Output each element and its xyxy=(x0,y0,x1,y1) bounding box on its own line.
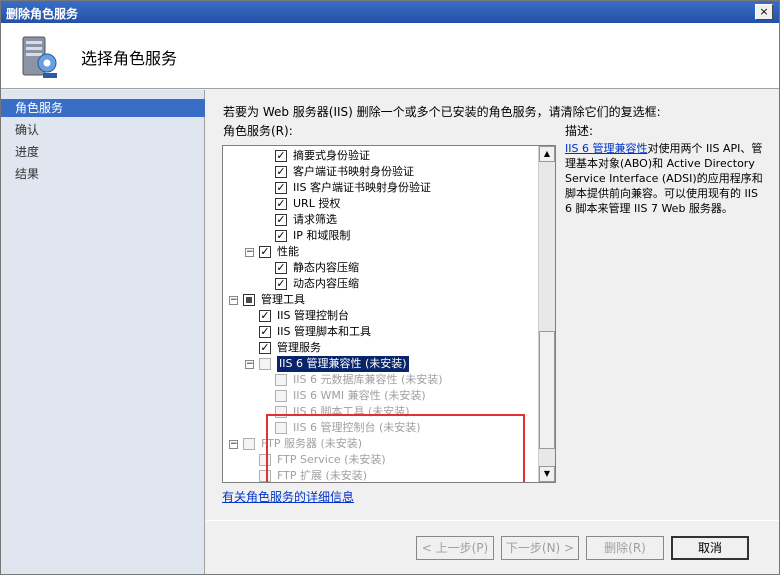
tree-row[interactable]: ✓ IIS 管理脚本和工具 xyxy=(223,324,535,340)
step-role-services[interactable]: 角色服务 xyxy=(1,99,205,117)
step-results[interactable]: 结果 xyxy=(1,165,205,183)
role-service-label: IP 和域限制 xyxy=(293,229,351,242)
description-label: 描述: xyxy=(565,124,594,138)
role-service-checkbox[interactable]: ✓ xyxy=(259,310,271,322)
role-service-label: 客户端证书映射身份验证 xyxy=(293,165,414,178)
collapse-toggle-icon[interactable]: − xyxy=(245,360,254,369)
page-title: 选择角色服务 xyxy=(81,49,178,68)
remove-button[interactable]: 删除(R) xyxy=(586,536,664,560)
role-service-checkbox[interactable]: ✓ xyxy=(275,214,287,226)
step-confirm[interactable]: 确认 xyxy=(1,121,205,139)
description-link[interactable]: IIS 6 管理兼容性 xyxy=(565,142,647,155)
tree-row[interactable]: ✓ 管理服务 xyxy=(223,340,535,356)
tree-row[interactable]: − IIS 6 管理兼容性 (未安装) xyxy=(223,356,535,372)
next-button[interactable]: 下一步(N) > xyxy=(501,536,579,560)
tree-row[interactable]: ✓ 静态内容压缩 xyxy=(223,260,535,276)
role-service-label: IIS 6 WMI 兼容性 (未安装) xyxy=(293,389,426,402)
role-service-checkbox[interactable] xyxy=(243,438,255,450)
role-service-checkbox[interactable]: ✓ xyxy=(259,326,271,338)
role-service-checkbox[interactable]: ✓ xyxy=(275,182,287,194)
scroll-down-button[interactable]: ▼ xyxy=(539,466,555,482)
role-service-label: 管理服务 xyxy=(277,341,321,354)
instruction-text: 若要为 Web 服务器(IIS) 删除一个或多个已安装的角色服务，请清除它们的复… xyxy=(223,105,661,119)
highlight-annotation-box xyxy=(266,414,525,482)
role-service-label: IIS 客户端证书映射身份验证 xyxy=(293,181,431,194)
tree-row[interactable]: ✓ URL 授权 xyxy=(223,196,535,212)
tree-row[interactable]: ✓ 客户端证书映射身份验证 xyxy=(223,164,535,180)
role-service-label: 静态内容压缩 xyxy=(293,261,359,274)
scroll-thumb[interactable] xyxy=(539,331,555,449)
role-service-checkbox[interactable] xyxy=(275,374,287,386)
footer-separator xyxy=(206,520,779,521)
tree-scrollbar[interactable]: ▲ ▼ xyxy=(538,146,555,482)
role-service-label: URL 授权 xyxy=(293,197,341,210)
role-service-checkbox[interactable]: ✓ xyxy=(275,198,287,210)
tree-row[interactable]: ✓ 摘要式身份验证 xyxy=(223,148,535,164)
main-content: 若要为 Web 服务器(IIS) 删除一个或多个已安装的角色服务，请清除它们的复… xyxy=(206,90,779,574)
role-service-checkbox[interactable]: ✓ xyxy=(259,342,271,354)
role-service-checkbox[interactable]: ✓ xyxy=(275,278,287,290)
collapse-toggle-icon[interactable]: − xyxy=(229,440,238,449)
role-service-label: IIS 管理控制台 xyxy=(277,309,349,322)
role-service-checkbox[interactable]: ✓ xyxy=(275,262,287,274)
role-service-label: IIS 管理脚本和工具 xyxy=(277,325,371,338)
tree-row[interactable]: − ✓ 性能 xyxy=(223,244,535,260)
role-services-label: 角色服务(R): xyxy=(223,124,293,138)
tree-row[interactable]: ✓ IIS 客户端证书映射身份验证 xyxy=(223,180,535,196)
role-service-checkbox[interactable]: ✓ xyxy=(275,166,287,178)
description-panel: IIS 6 管理兼容性对使用两个 IIS API、管理基本对象(ABO)和 Ac… xyxy=(565,141,765,216)
collapse-toggle-icon[interactable]: − xyxy=(245,248,254,257)
cancel-button[interactable]: 取消 xyxy=(671,536,749,560)
tree-row[interactable]: − 管理工具 xyxy=(223,292,535,308)
scroll-up-button[interactable]: ▲ xyxy=(539,146,555,162)
wizard-steps-sidebar: 角色服务 确认 进度 结果 xyxy=(1,90,205,574)
previous-button[interactable]: < 上一步(P) xyxy=(416,536,494,560)
close-button[interactable]: × xyxy=(755,4,773,20)
tree-row[interactable]: ✓ 请求筛选 xyxy=(223,212,535,228)
role-service-label: 请求筛选 xyxy=(293,213,337,226)
role-service-checkbox[interactable] xyxy=(259,358,271,370)
role-service-label: 摘要式身份验证 xyxy=(293,149,370,162)
tree-row[interactable]: IIS 6 元数据库兼容性 (未安装) xyxy=(223,372,535,388)
role-service-label: 管理工具 xyxy=(261,293,305,306)
role-service-label: IIS 6 管理兼容性 (未安装) xyxy=(277,356,409,372)
role-service-label: 动态内容压缩 xyxy=(293,277,359,290)
wizard-header: 选择角色服务 xyxy=(1,23,779,89)
role-service-label: IIS 6 元数据库兼容性 (未安装) xyxy=(293,373,443,386)
role-service-checkbox[interactable]: ✓ xyxy=(275,230,287,242)
role-service-checkbox[interactable] xyxy=(243,294,255,306)
role-service-checkbox[interactable] xyxy=(275,390,287,402)
role-service-checkbox[interactable]: ✓ xyxy=(275,150,287,162)
tree-row[interactable]: ✓ 动态内容压缩 xyxy=(223,276,535,292)
role-services-tree[interactable]: FTP 扩展 (未安装) FTP Service (未安装) − FTP 服务器 (未… xyxy=(222,145,556,483)
role-service-checkbox[interactable]: ✓ xyxy=(259,246,271,258)
window-title: 删除角色服务 xyxy=(6,7,79,21)
tree-row[interactable]: ✓ IP 和域限制 xyxy=(223,228,535,244)
tree-row[interactable]: IIS 6 WMI 兼容性 (未安装) xyxy=(223,388,535,404)
step-progress[interactable]: 进度 xyxy=(1,143,205,161)
collapse-toggle-icon[interactable]: − xyxy=(229,296,238,305)
more-info-link[interactable]: 有关角色服务的详细信息 xyxy=(222,488,354,505)
role-service-label: 性能 xyxy=(277,245,299,258)
tree-row[interactable]: ✓ IIS 管理控制台 xyxy=(223,308,535,324)
server-roles-icon xyxy=(22,36,57,78)
title-bar[interactable]: 删除角色服务 × xyxy=(1,1,779,23)
remove-role-services-dialog: 删除角色服务 × 选择角色服务 角色服务 确认 进度 结果 若要为 Web 服务… xyxy=(0,0,780,575)
